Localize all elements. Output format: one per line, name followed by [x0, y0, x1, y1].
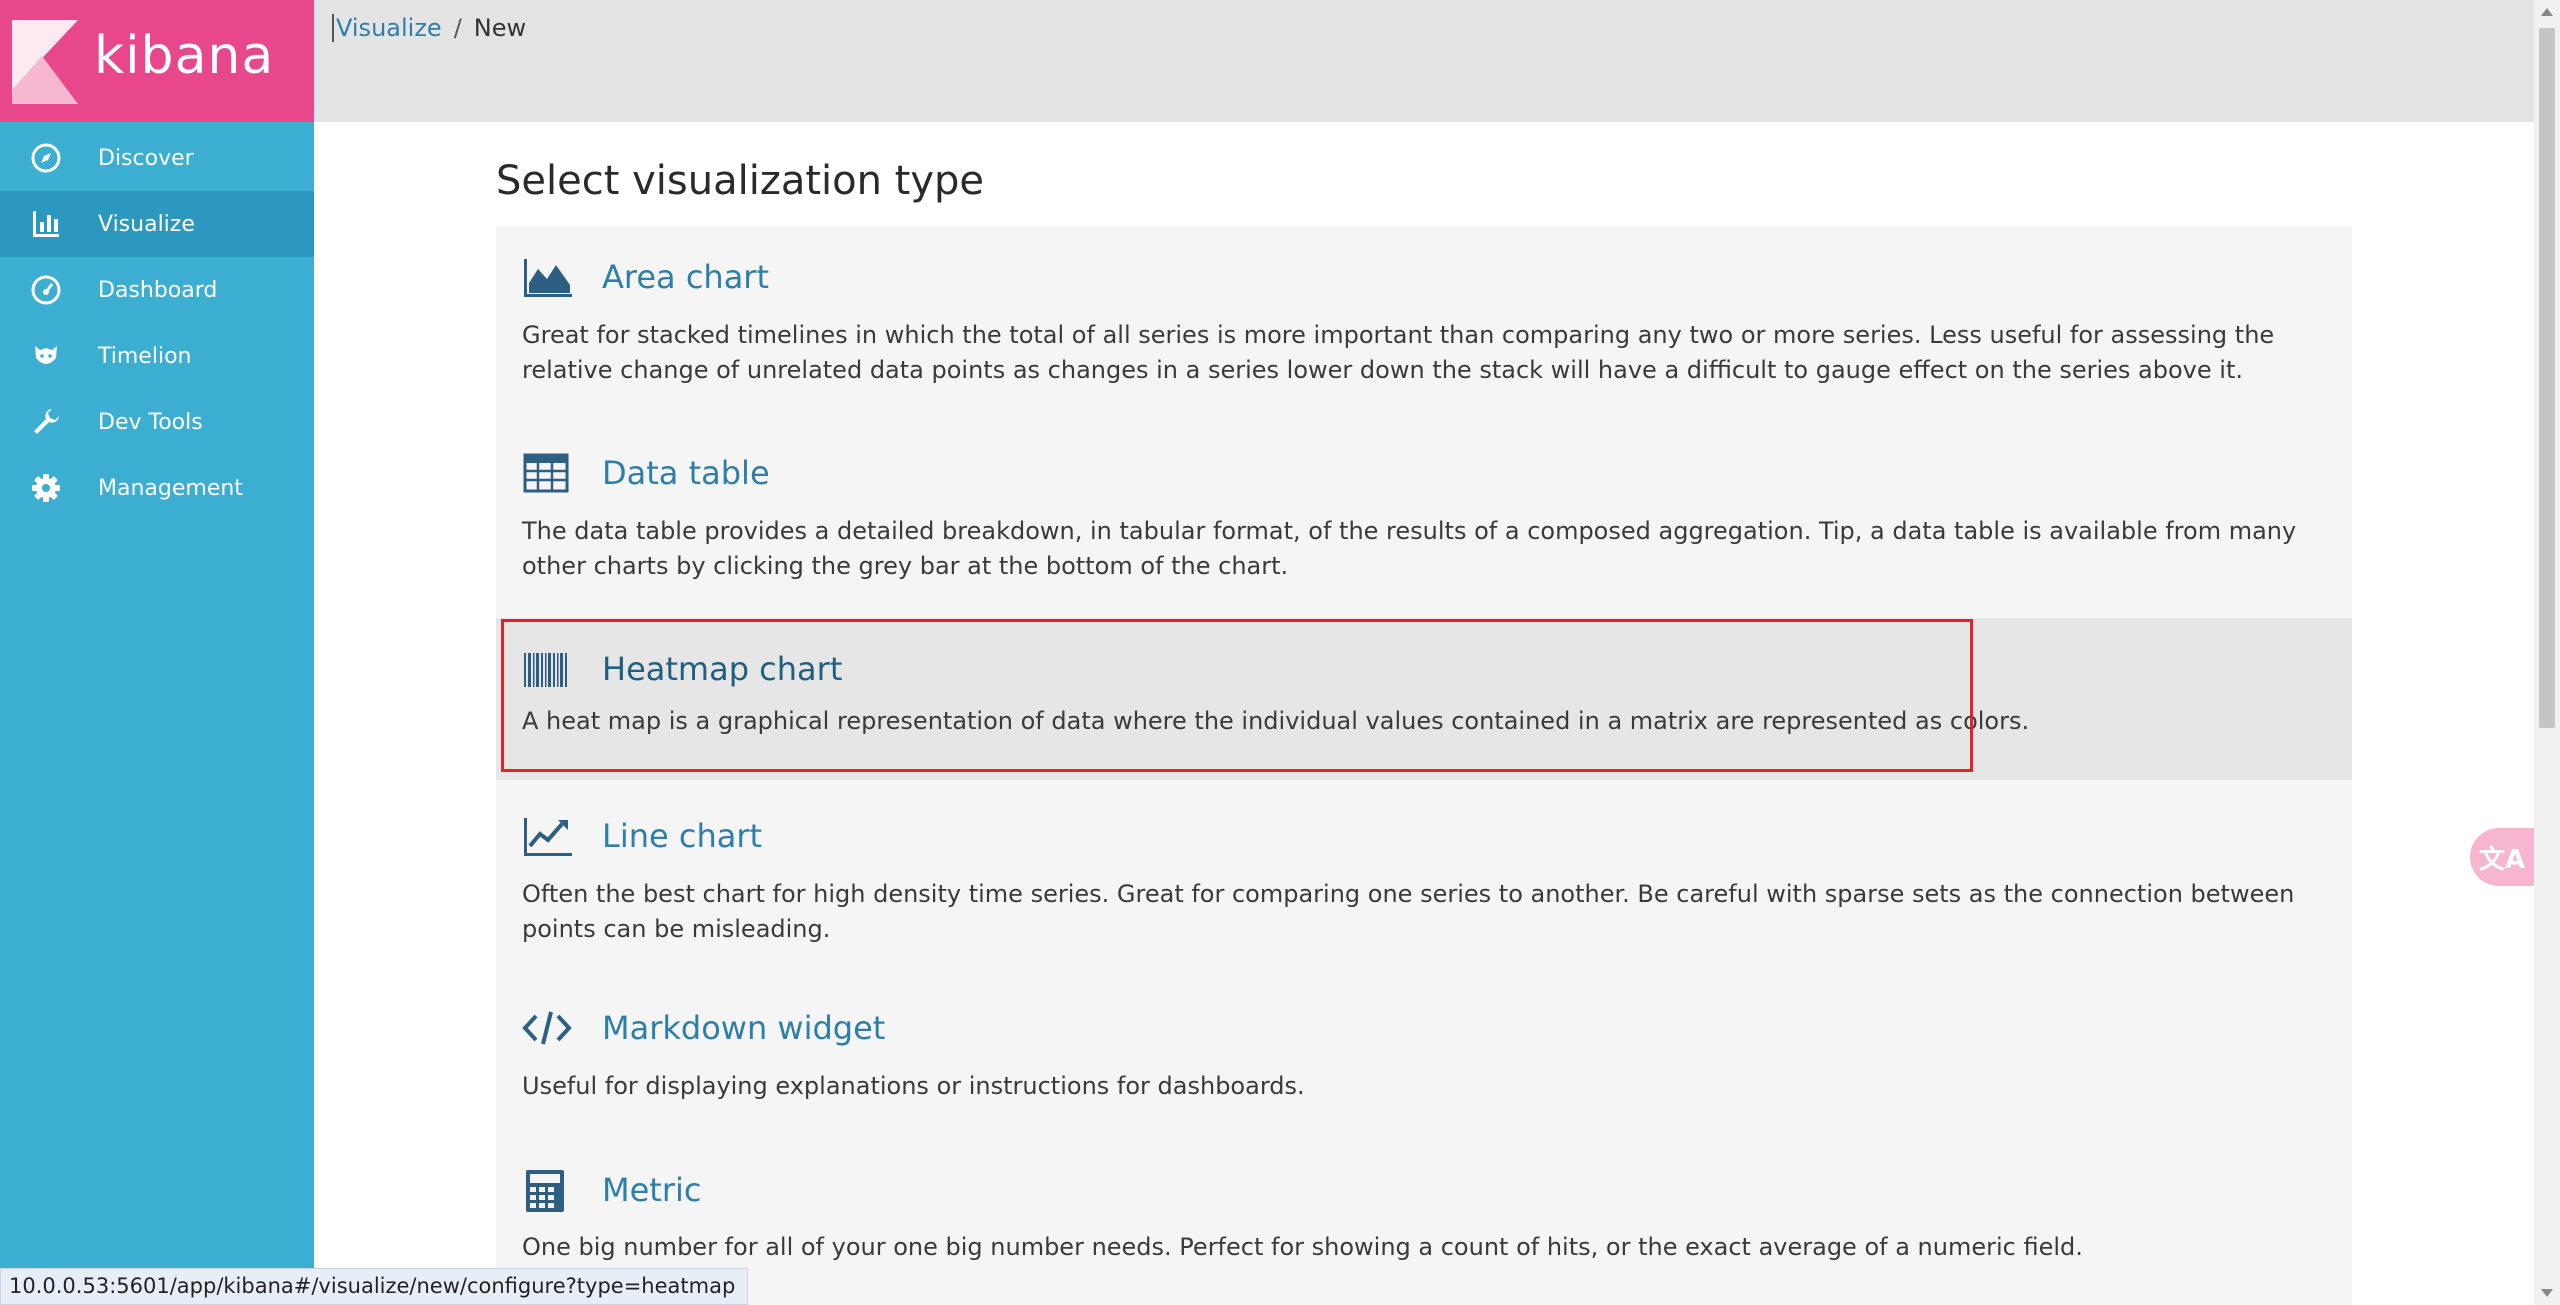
- sidebar-item-management[interactable]: Management: [0, 455, 314, 521]
- scroll-thumb[interactable]: [2539, 28, 2555, 728]
- vis-type-metric[interactable]: Metric One big number for all of your on…: [496, 1138, 2352, 1305]
- sidebar-item-label: Management: [98, 475, 243, 501]
- vis-type-name: Data table: [602, 454, 770, 492]
- breadcrumb: Visualize / New: [332, 14, 526, 42]
- link-status-bar: 10.0.0.53:5601/app/kibana#/visualize/new…: [0, 1268, 749, 1305]
- sidebar-item-label: Dev Tools: [98, 409, 203, 435]
- line-chart-icon: [522, 814, 574, 858]
- visualization-type-list: Area chart Great for stacked timelines i…: [496, 226, 2352, 1305]
- vis-type-name: Markdown widget: [602, 1009, 886, 1047]
- sidebar-item-label: Timelion: [98, 343, 192, 369]
- breadcrumb-visualize-link[interactable]: Visualize: [332, 14, 442, 42]
- top-bar: Visualize / New: [314, 0, 2534, 122]
- dashboard-icon: [28, 272, 64, 308]
- table-icon: [522, 451, 574, 495]
- vis-type-data-table[interactable]: Data table The data table provides a det…: [496, 422, 2352, 618]
- vis-type-description: Often the best chart for high density ti…: [522, 880, 2295, 943]
- timelion-icon: [28, 338, 64, 374]
- sidebar: kibana Discover Visualize Dashboard Time…: [0, 0, 314, 1305]
- vis-type-line-chart[interactable]: Line chart Often the best chart for high…: [496, 780, 2352, 976]
- sidebar-item-timelion[interactable]: Timelion: [0, 323, 314, 389]
- compass-icon: [28, 140, 64, 176]
- vis-type-name: Area chart: [602, 258, 769, 296]
- page-scrollbar[interactable]: [2534, 0, 2560, 1305]
- vis-type-description: Useful for displaying explanations or in…: [522, 1072, 1305, 1100]
- vis-type-description: Great for stacked timelines in which the…: [522, 321, 2275, 384]
- barcode-icon: [522, 647, 574, 691]
- area-chart-icon: [522, 255, 574, 299]
- gear-icon: [28, 470, 64, 506]
- vis-type-area-chart[interactable]: Area chart Great for stacked timelines i…: [496, 226, 2352, 422]
- translate-button[interactable]: 文A: [2470, 828, 2534, 886]
- sidebar-item-discover[interactable]: Discover: [0, 125, 314, 191]
- sidebar-item-dev-tools[interactable]: Dev Tools: [0, 389, 314, 455]
- vis-type-description: A heat map is a graphical representation…: [522, 707, 2030, 735]
- breadcrumb-current: New: [473, 14, 527, 42]
- page-title: Select visualization type: [496, 158, 985, 204]
- vis-type-name: Heatmap chart: [602, 650, 843, 688]
- code-icon: [522, 1006, 574, 1050]
- sidebar-item-label: Discover: [98, 145, 194, 171]
- sidebar-item-visualize[interactable]: Visualize: [0, 191, 314, 257]
- vis-type-markdown-widget[interactable]: Markdown widget Useful for displaying ex…: [496, 976, 2352, 1138]
- sidebar-item-label: Visualize: [98, 211, 195, 237]
- vis-type-description: One big number for all of your one big n…: [522, 1233, 2083, 1261]
- calculator-icon: [522, 1168, 574, 1212]
- logo-text: kibana: [94, 26, 275, 86]
- vis-type-heatmap-chart[interactable]: Heatmap chart A heat map is a graphical …: [496, 618, 2352, 780]
- translate-icon: 文A: [2478, 844, 2526, 875]
- bar-chart-icon: [28, 206, 64, 242]
- scroll-down-arrow-icon[interactable]: [2541, 1289, 2553, 1297]
- kibana-logo[interactable]: kibana: [0, 0, 314, 122]
- sidebar-item-dashboard[interactable]: Dashboard: [0, 257, 314, 323]
- vis-type-description: The data table provides a detailed break…: [522, 517, 2297, 580]
- sidebar-nav: Discover Visualize Dashboard Timelion De…: [0, 125, 314, 521]
- vis-type-name: Line chart: [602, 817, 763, 855]
- scroll-up-arrow-icon[interactable]: [2541, 8, 2553, 16]
- vis-type-name: Metric: [602, 1171, 702, 1209]
- breadcrumb-separator: /: [453, 14, 462, 42]
- sidebar-item-label: Dashboard: [98, 277, 218, 303]
- kibana-logo-icon: [12, 20, 78, 104]
- wrench-icon: [28, 404, 64, 440]
